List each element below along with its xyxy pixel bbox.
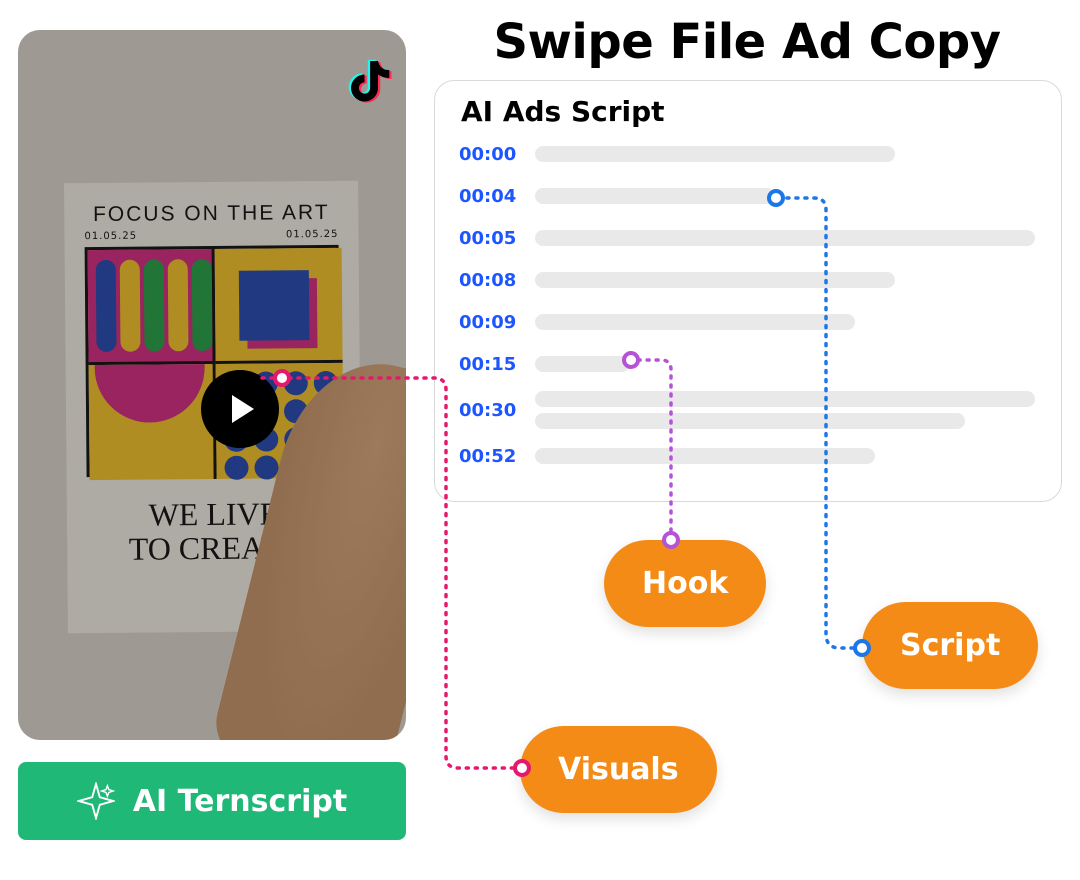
timestamp: 00:05 [459, 228, 517, 249]
transcript-row: 00:09 [459, 304, 1037, 340]
script-line-placeholder [535, 356, 630, 372]
script-line-placeholder [535, 188, 775, 204]
script-pill: Script [862, 602, 1038, 689]
panel-title: AI Ads Script [461, 95, 1037, 128]
ai-ternscript-label: AI Ternscript [133, 784, 347, 819]
ad-video-preview[interactable]: FOCUS ON THE ART 01.05.25 01.05.25 WE LI… [18, 30, 406, 740]
timestamp: 00:08 [459, 270, 517, 291]
sparkle-icon [77, 782, 115, 820]
timestamp: 00:15 [459, 354, 517, 375]
script-line-placeholder [535, 314, 855, 330]
transcript-row: 00:15 [459, 346, 1037, 382]
timestamp: 00:04 [459, 186, 517, 207]
hook-pill: Hook [604, 540, 766, 627]
script-line-placeholder [535, 146, 895, 162]
transcript-row: 00:04 [459, 178, 1037, 214]
timestamp: 00:52 [459, 446, 517, 467]
transcript-row: 00:52 [459, 438, 1037, 474]
page-title: Swipe File Ad Copy [434, 14, 1060, 70]
play-button[interactable] [201, 370, 279, 448]
script-line-placeholder [535, 230, 1035, 246]
transcript-row: 00:05 [459, 220, 1037, 256]
tiktok-icon [342, 52, 396, 106]
visuals-pill: Visuals [520, 726, 717, 813]
transcript-row: 00:30 [459, 388, 1037, 432]
timestamp: 00:30 [459, 400, 517, 421]
script-line-placeholder [535, 272, 895, 288]
timestamp: 00:00 [459, 144, 517, 165]
transcript-row: 00:00 [459, 136, 1037, 172]
script-line-placeholder [535, 391, 1035, 407]
transcript-row: 00:08 [459, 262, 1037, 298]
timestamp: 00:09 [459, 312, 517, 333]
script-panel: AI Ads Script 00:00 00:04 00:05 00:08 00:09 0… [434, 80, 1062, 502]
ai-ternscript-button[interactable]: AI Ternscript [18, 762, 406, 840]
script-line-placeholder [535, 448, 875, 464]
script-line-placeholder [535, 413, 965, 429]
